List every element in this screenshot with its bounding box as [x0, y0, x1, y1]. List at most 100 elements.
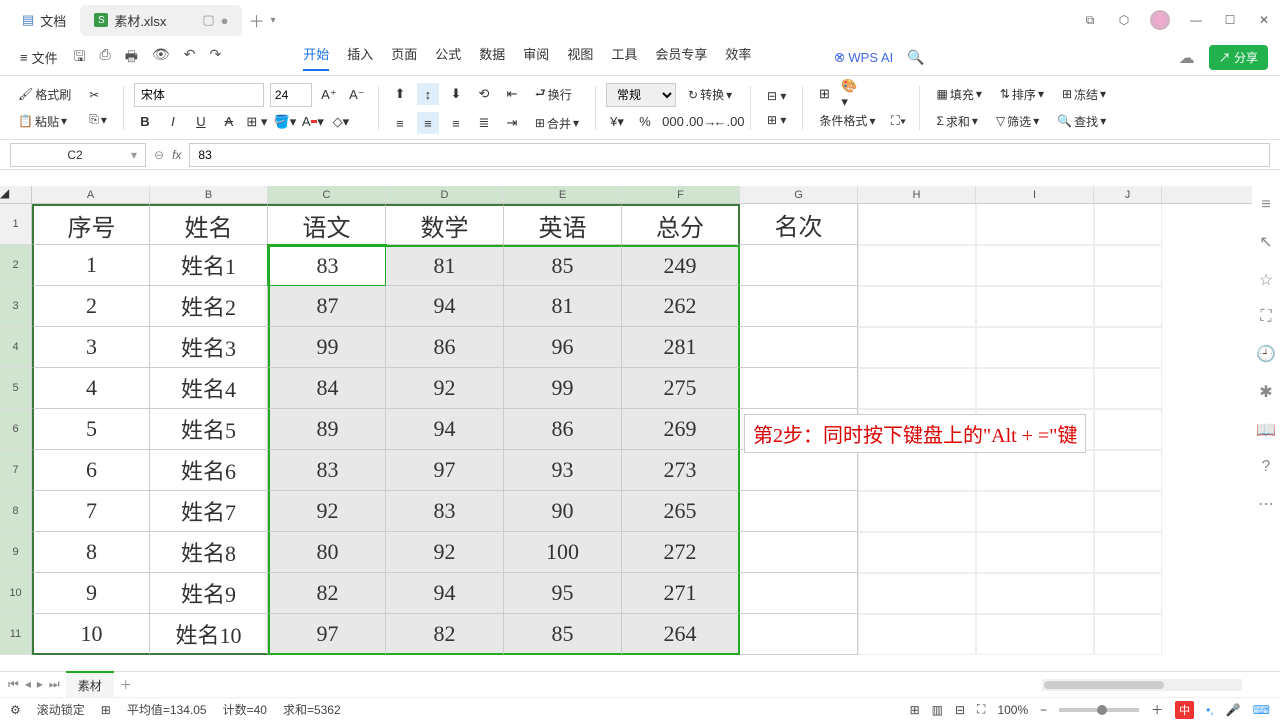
cell-C8[interactable]: 92 [268, 491, 386, 532]
cell-G9[interactable] [740, 532, 858, 573]
row-header-4[interactable]: 4 [0, 327, 32, 368]
styles-button[interactable]: 🎨▾ [841, 83, 863, 105]
cell-B6[interactable]: 姓名5 [150, 409, 268, 450]
align-left-button[interactable]: ≡ [389, 112, 411, 134]
cell-D6[interactable]: 94 [386, 409, 504, 450]
col-header-I[interactable]: I [976, 186, 1094, 203]
ime-opt2-icon[interactable]: 🎤 [1226, 703, 1241, 717]
cell-I4[interactable] [976, 327, 1094, 368]
cell-G10[interactable] [740, 573, 858, 614]
cell-H10[interactable] [858, 573, 976, 614]
cond-format-button[interactable]: 条件格式 ▾ [813, 109, 881, 132]
hamburger2-icon[interactable]: ≡ [1261, 196, 1270, 214]
cell-E11[interactable]: 85 [504, 614, 622, 655]
row-header-8[interactable]: 8 [0, 491, 32, 532]
wrap-text-button[interactable]: ⮐ 换行 [529, 81, 578, 108]
cell-G8[interactable] [740, 491, 858, 532]
zoom-value[interactable]: 100% [997, 703, 1028, 717]
menu-tab-formula[interactable]: 公式 [435, 44, 461, 71]
col-header-B[interactable]: B [150, 186, 268, 203]
cell-C7[interactable]: 83 [268, 450, 386, 491]
cell-G2[interactable] [740, 245, 858, 286]
cell-D7[interactable]: 97 [386, 450, 504, 491]
cell-I10[interactable] [976, 573, 1094, 614]
fill-color-button[interactable]: 🪣▾ [274, 111, 296, 133]
copy-window-icon[interactable]: ⧉ [1082, 13, 1098, 28]
cell-C2[interactable]: 83 [268, 245, 386, 286]
convert-button[interactable]: ↻ 转换 ▾ [682, 83, 738, 106]
cell-C4[interactable]: 99 [268, 327, 386, 368]
bold-button[interactable]: B [134, 111, 156, 133]
cell-I11[interactable] [976, 614, 1094, 655]
row-header-3[interactable]: 3 [0, 286, 32, 327]
export-icon[interactable]: ⎙ [100, 46, 111, 70]
zoom-out-icon[interactable]: − [1040, 703, 1047, 717]
col-header-F[interactable]: F [622, 186, 740, 203]
cell-D2[interactable]: 81 [386, 245, 504, 286]
menu-tab-review[interactable]: 审阅 [523, 44, 549, 71]
copy-button[interactable]: ⎘ ▾ [83, 109, 113, 130]
menu-tab-tools[interactable]: 工具 [611, 44, 637, 71]
cell-E9[interactable]: 100 [504, 532, 622, 573]
sheet-tab[interactable]: S 素材.xlsx ▢ ● [80, 5, 242, 36]
redo-icon[interactable]: ↷ [209, 46, 221, 70]
cell-A8[interactable]: 7 [32, 491, 150, 532]
settings-icon[interactable]: ⚙ [10, 703, 21, 717]
view-page-icon[interactable]: ▥ [932, 703, 943, 717]
cell-A5[interactable]: 4 [32, 368, 150, 409]
menu-tab-view[interactable]: 视图 [567, 44, 593, 71]
cell-B11[interactable]: 姓名10 [150, 614, 268, 655]
minimize-icon[interactable]: — [1188, 13, 1204, 27]
cell-F2[interactable]: 249 [622, 245, 740, 286]
cell-D9[interactable]: 92 [386, 532, 504, 573]
cell-E4[interactable]: 96 [504, 327, 622, 368]
cell-F6[interactable]: 269 [622, 409, 740, 450]
cell-A7[interactable]: 6 [32, 450, 150, 491]
col-header-E[interactable]: E [504, 186, 622, 203]
comma-button[interactable]: 000 [662, 111, 684, 133]
cell-J9[interactable] [1094, 532, 1162, 573]
cell-C6[interactable]: 89 [268, 409, 386, 450]
screenshot-icon[interactable]: ⛶ [1260, 308, 1271, 326]
fx-icon[interactable]: fx [172, 148, 181, 162]
cell-A4[interactable]: 3 [32, 327, 150, 368]
increase-font-button[interactable]: A⁺ [318, 84, 340, 106]
select-all-corner[interactable]: ◢ [0, 186, 32, 203]
maximize-icon[interactable]: ☐ [1222, 13, 1238, 27]
row-header-10[interactable]: 10 [0, 573, 32, 614]
cell-E6[interactable]: 86 [504, 409, 622, 450]
cell-H3[interactable] [858, 286, 976, 327]
cell-A2[interactable]: 1 [32, 245, 150, 286]
cell-B7[interactable]: 姓名6 [150, 450, 268, 491]
cell-D1[interactable]: 数学 [386, 204, 504, 245]
window-restore-icon[interactable]: ▢ [202, 12, 214, 28]
cell-I2[interactable] [976, 245, 1094, 286]
row-header-1[interactable]: 1 [0, 204, 32, 245]
cell-J6[interactable] [1094, 409, 1162, 450]
pointer-icon[interactable]: ↖ [1259, 232, 1272, 252]
cell-B10[interactable]: 姓名9 [150, 573, 268, 614]
cell-E3[interactable]: 81 [504, 286, 622, 327]
find-button[interactable]: 🔍 查找 ▾ [1051, 110, 1112, 133]
cell-D4[interactable]: 86 [386, 327, 504, 368]
cell-C9[interactable]: 80 [268, 532, 386, 573]
menu-tab-data[interactable]: 数据 [479, 44, 505, 71]
avatar-icon[interactable] [1150, 10, 1170, 30]
percent-button[interactable]: % [634, 111, 656, 133]
cell-A6[interactable]: 5 [32, 409, 150, 450]
cell-E5[interactable]: 99 [504, 368, 622, 409]
cell-B1[interactable]: 姓名 [150, 204, 268, 245]
cell-G1[interactable]: 名次 [740, 204, 858, 245]
cell-C5[interactable]: 84 [268, 368, 386, 409]
cell-H11[interactable] [858, 614, 976, 655]
search-icon[interactable]: 🔍 [907, 49, 924, 66]
font-color-button[interactable]: A▾ [302, 111, 324, 133]
indent-increase-button[interactable]: ⇥ [501, 112, 523, 134]
menu-tab-home[interactable]: 开始 [303, 44, 329, 71]
doc-tab[interactable]: ▤ 文档 [8, 5, 80, 36]
cell-I9[interactable] [976, 532, 1094, 573]
freeze-button[interactable]: ⊞ 冻结 ▾ [1056, 83, 1112, 106]
cloud-sync-icon[interactable]: ☁ [1179, 48, 1195, 68]
align-right-button[interactable]: ≡ [445, 112, 467, 134]
row-header-7[interactable]: 7 [0, 450, 32, 491]
